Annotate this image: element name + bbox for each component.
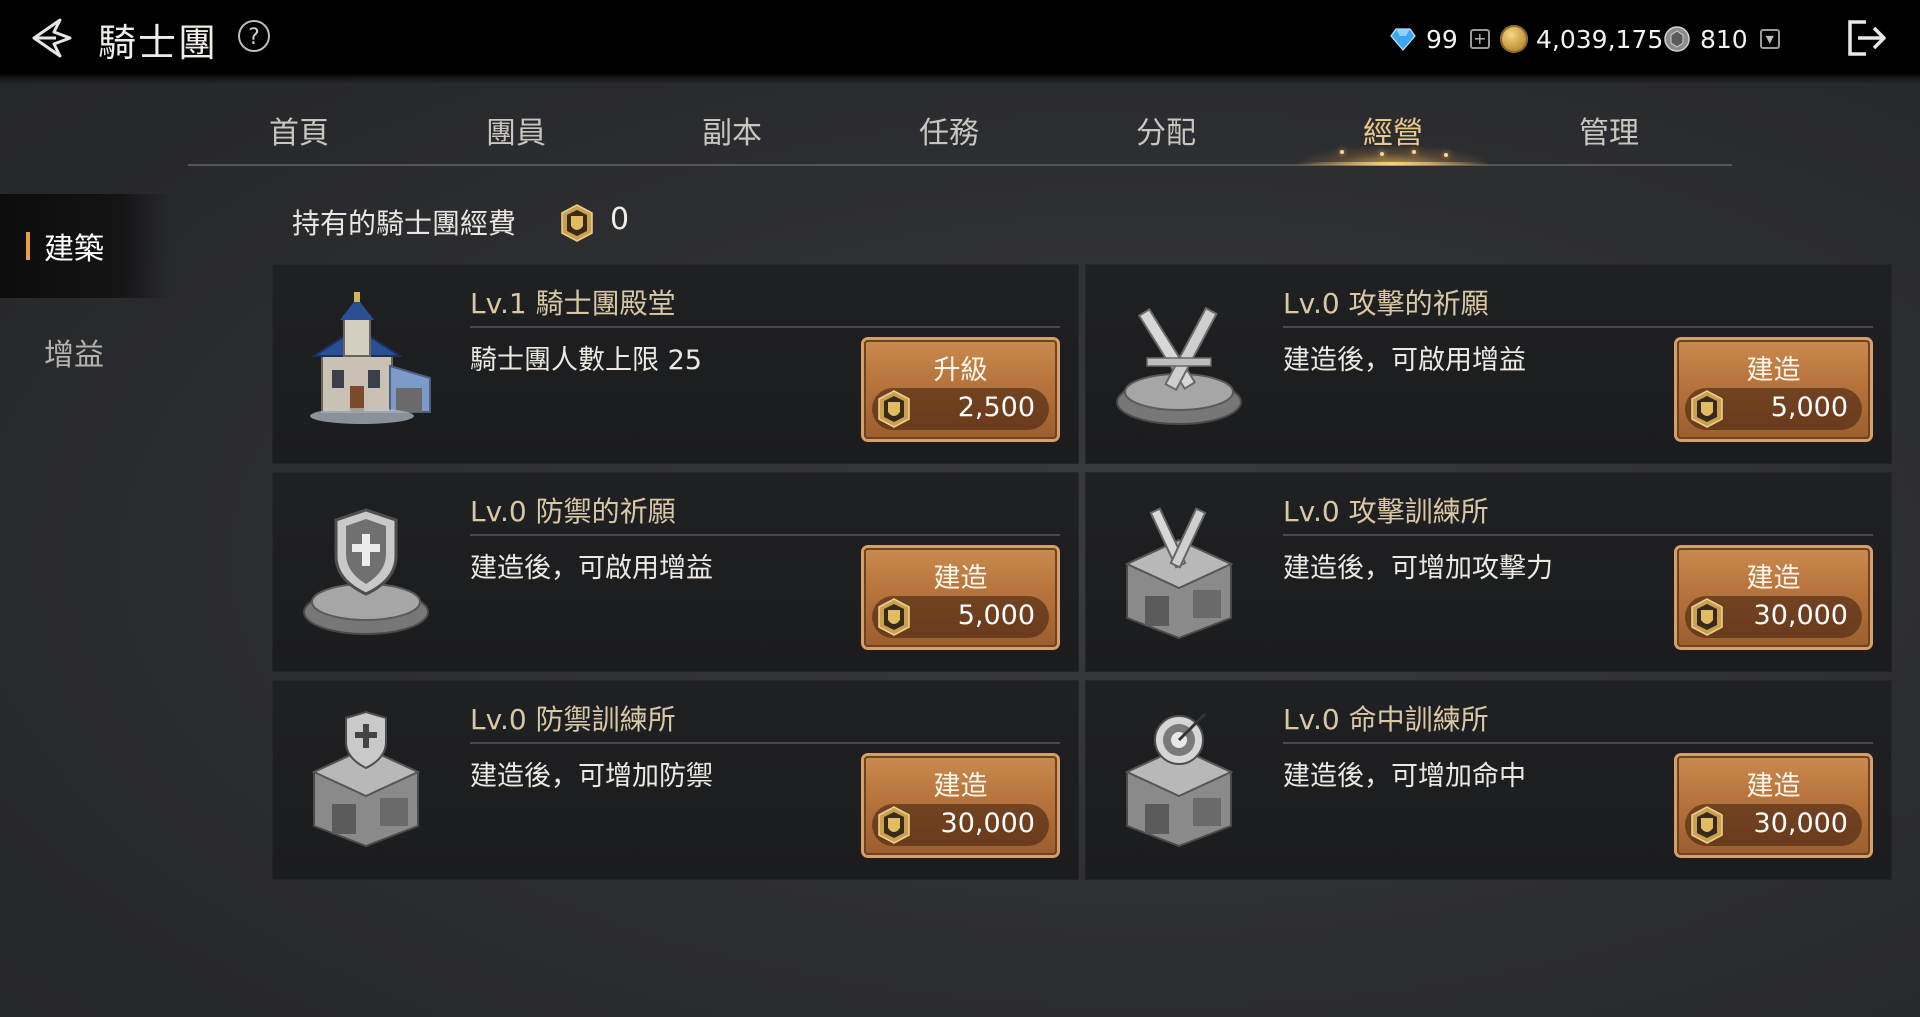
button-label: 建造 bbox=[1746, 355, 1801, 386]
build-button[interactable]: 建造 30,000 bbox=[1677, 756, 1870, 855]
help-icon[interactable]: ? bbox=[238, 20, 270, 52]
button-label: 建造 bbox=[933, 563, 988, 594]
funds-label: 持有的騎士團經費 bbox=[292, 207, 517, 240]
sparkle bbox=[1380, 152, 1384, 156]
cost-pill: 30,000 bbox=[1685, 804, 1862, 846]
page-title: 騎士團 bbox=[98, 21, 219, 65]
gold-value: 4,039,175 bbox=[1536, 24, 1664, 54]
cost-pill: 30,000 bbox=[1685, 596, 1862, 638]
cost-value: 5,000 bbox=[957, 600, 1035, 631]
cost-value: 30,000 bbox=[1753, 600, 1848, 631]
guild-fund-icon bbox=[1691, 806, 1723, 844]
diamond-currency: 99 + bbox=[1390, 22, 1490, 56]
divider bbox=[1283, 326, 1873, 328]
building-desc: 建造後，可啟用增益 bbox=[1283, 345, 1526, 376]
building-card: Lv.0 攻擊的祈願 建造後，可啟用增益 建造 5,000 bbox=[1085, 264, 1892, 464]
divider bbox=[470, 742, 1060, 744]
building-name: Lv.0 命中訓練所 bbox=[1283, 703, 1489, 736]
guild-fund-icon bbox=[561, 204, 593, 242]
build-button[interactable]: 建造 5,000 bbox=[864, 548, 1057, 647]
building-name: Lv.0 防禦訓練所 bbox=[470, 703, 676, 736]
sidebar-item-buildings[interactable]: 建築 bbox=[0, 194, 170, 298]
guild-fund-icon bbox=[1691, 598, 1723, 636]
back-arrow-icon[interactable] bbox=[26, 14, 76, 62]
gold-currency: 4,039,175 bbox=[1500, 22, 1663, 56]
attack-training-icon bbox=[1124, 507, 1234, 640]
building-name: Lv.0 攻擊的祈願 bbox=[1283, 287, 1489, 320]
silver-currency: 810 ▾ bbox=[1664, 22, 1780, 56]
cost-pill: 5,000 bbox=[872, 596, 1049, 638]
building-card: Lv.0 命中訓練所 建造後，可增加命中 建造 30,000 bbox=[1085, 680, 1892, 880]
building-card: Lv.0 防禦的祈願 建造後，可啟用增益 建造 5,000 bbox=[272, 472, 1079, 672]
building-desc: 建造後，可啟用增益 bbox=[470, 553, 713, 584]
sidebar-item-buffs[interactable]: 增益 bbox=[0, 300, 170, 404]
build-button[interactable]: 建造 5,000 bbox=[1677, 340, 1870, 439]
tab-dungeon[interactable]: 副本 bbox=[657, 108, 807, 152]
tab-admin[interactable]: 管理 bbox=[1534, 108, 1684, 152]
defense-training-icon bbox=[311, 710, 421, 848]
diamond-value: 99 bbox=[1426, 24, 1458, 54]
funds-value: 0 bbox=[610, 202, 630, 237]
sidebar-item-label: 增益 bbox=[44, 338, 104, 373]
cost-value: 30,000 bbox=[1753, 808, 1848, 839]
building-desc: 建造後，可增加防禦 bbox=[470, 761, 713, 792]
silver-value: 810 bbox=[1700, 24, 1748, 54]
cost-pill: 5,000 bbox=[1685, 388, 1862, 430]
button-label: 建造 bbox=[1746, 771, 1801, 802]
cost-pill: 30,000 bbox=[872, 804, 1049, 846]
currency-dropdown-icon[interactable]: ▾ bbox=[1759, 29, 1780, 49]
crossed-swords-altar-icon bbox=[1116, 306, 1242, 425]
building-card: Lv.0 攻擊訓練所 建造後，可增加攻擊力 建造 30,000 bbox=[1085, 472, 1892, 672]
sparkle bbox=[1444, 153, 1448, 157]
building-card: Lv.1 騎士團殿堂 騎士團人數上限 25 升級 2,500 bbox=[272, 264, 1079, 464]
exit-icon[interactable] bbox=[1844, 18, 1890, 58]
guild-fund-icon bbox=[878, 598, 910, 636]
building-desc: 建造後，可增加命中 bbox=[1283, 761, 1526, 792]
divider bbox=[1283, 534, 1873, 536]
build-button[interactable]: 建造 30,000 bbox=[864, 756, 1057, 855]
gold-coin-icon bbox=[1500, 25, 1528, 53]
cost-value: 5,000 bbox=[1770, 392, 1848, 423]
sidebar-item-label: 建築 bbox=[44, 232, 104, 267]
chapel-icon bbox=[310, 292, 431, 424]
active-tab-underline bbox=[1300, 162, 1486, 165]
guild-fund-icon bbox=[878, 390, 910, 428]
divider bbox=[470, 326, 1060, 328]
tab-members[interactable]: 團員 bbox=[441, 108, 591, 152]
building-desc: 建造後，可增加攻擊力 bbox=[1283, 553, 1553, 584]
shield-altar-icon bbox=[303, 508, 429, 635]
guild-fund-icon bbox=[878, 806, 910, 844]
cost-value: 2,500 bbox=[957, 392, 1035, 423]
silver-coin-icon bbox=[1664, 26, 1690, 52]
build-button[interactable]: 建造 30,000 bbox=[1677, 548, 1870, 647]
building-name: Lv.0 攻擊訓練所 bbox=[1283, 495, 1489, 528]
top-bar: 騎士團 ? 99 + 4,039,175 810 ▾ bbox=[0, 0, 1920, 84]
building-name: Lv.1 騎士團殿堂 bbox=[470, 287, 676, 320]
button-label: 升級 bbox=[933, 355, 988, 386]
tab-distribution[interactable]: 分配 bbox=[1091, 108, 1241, 152]
active-marker bbox=[26, 232, 30, 260]
button-label: 建造 bbox=[933, 771, 988, 802]
sparkle bbox=[1340, 150, 1344, 154]
divider bbox=[470, 534, 1060, 536]
cost-pill: 2,500 bbox=[872, 388, 1049, 430]
building-card: Lv.0 防禦訓練所 建造後，可增加防禦 建造 30,000 bbox=[272, 680, 1079, 880]
button-label: 建造 bbox=[1746, 563, 1801, 594]
building-desc: 騎士團人數上限 25 bbox=[470, 345, 702, 376]
tab-home[interactable]: 首頁 bbox=[224, 108, 374, 152]
upgrade-button[interactable]: 升級 2,500 bbox=[864, 340, 1057, 439]
building-name: Lv.0 防禦的祈願 bbox=[470, 495, 676, 528]
cost-value: 30,000 bbox=[940, 808, 1035, 839]
tab-bar: 首頁 團員 副本 任務 分配 經營 管理 bbox=[188, 100, 1732, 166]
divider bbox=[1283, 742, 1873, 744]
accuracy-training-icon bbox=[1124, 712, 1234, 848]
diamond-icon bbox=[1390, 28, 1416, 51]
add-diamond-icon[interactable]: + bbox=[1469, 29, 1490, 49]
sparkle bbox=[1412, 150, 1416, 154]
tab-quests[interactable]: 任務 bbox=[874, 108, 1024, 152]
guild-fund-icon bbox=[1691, 390, 1723, 428]
